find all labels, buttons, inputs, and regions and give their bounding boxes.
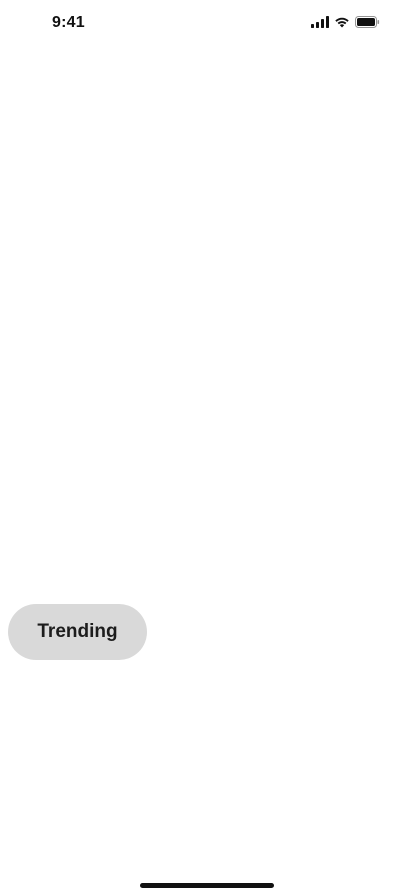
cellular-signal-icon: [311, 16, 329, 28]
trending-chip-button[interactable]: Trending: [8, 604, 147, 660]
status-icons: [311, 15, 380, 29]
battery-icon: [355, 16, 380, 28]
status-time: 9:41: [52, 14, 85, 31]
status-bar: 9:41: [0, 0, 414, 44]
wifi-icon: [334, 16, 350, 28]
home-indicator[interactable]: [140, 883, 274, 888]
